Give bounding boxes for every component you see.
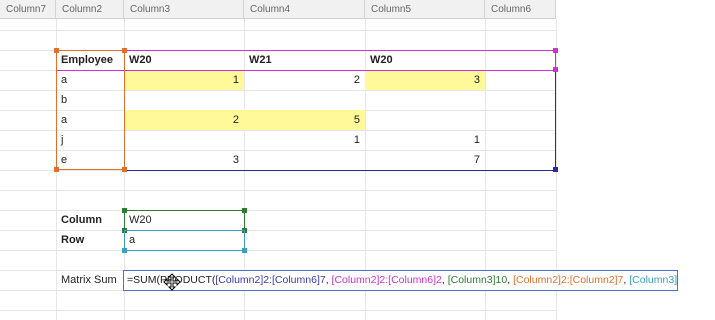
formula-token: [Column2]2:[Column6]2 xyxy=(331,274,442,286)
column-label: Column xyxy=(61,214,102,226)
table-cell[interactable] xyxy=(244,90,365,110)
range-handle[interactable] xyxy=(54,167,59,172)
column-header-column7[interactable]: Column7 xyxy=(0,0,56,19)
row-label-cell[interactable]: e xyxy=(56,150,124,170)
table-header-w21[interactable]: W21 xyxy=(244,50,365,70)
range-handle[interactable] xyxy=(54,48,59,53)
move-cursor-icon xyxy=(163,273,181,291)
table-cell[interactable]: 7 xyxy=(365,150,485,170)
row-label: Row xyxy=(61,234,85,246)
range-handle[interactable] xyxy=(553,48,558,53)
table-cell[interactable] xyxy=(124,130,244,150)
range-handle[interactable] xyxy=(553,67,558,72)
row-value-cell[interactable]: a xyxy=(124,230,244,250)
table-cell[interactable] xyxy=(244,150,365,170)
row-label-cell[interactable]: a xyxy=(56,70,124,90)
table-cell[interactable]: 2 xyxy=(124,110,244,130)
table-cell[interactable]: 3 xyxy=(365,70,485,90)
range-handle[interactable] xyxy=(122,248,127,253)
table-header-w20[interactable]: W20 xyxy=(124,50,244,70)
formula-token: [Column2]2:[Column2]7 xyxy=(513,274,624,286)
column-header-column5[interactable]: Column5 xyxy=(365,0,485,19)
range-handle[interactable] xyxy=(122,208,127,213)
formula-token: [Column2]2:[Column6]7 xyxy=(215,274,326,286)
table-cell[interactable]: 1 xyxy=(244,130,365,150)
column-header-column4[interactable]: Column4 xyxy=(244,0,365,19)
table-cell[interactable] xyxy=(124,90,244,110)
column-value-cell[interactable]: W20 xyxy=(124,210,244,230)
range-handle[interactable] xyxy=(122,167,127,172)
table-cell[interactable]: 1 xyxy=(124,70,244,90)
formula-editor[interactable]: =SUM(PRODUCT([Column2]2:[Column6]7, [Col… xyxy=(123,270,678,291)
range-handle[interactable] xyxy=(553,167,558,172)
range-handle[interactable] xyxy=(242,248,247,253)
range-handle[interactable] xyxy=(122,48,127,53)
formula-token: [Column3]10 xyxy=(447,274,508,286)
table-header-w20-second[interactable]: W20 xyxy=(365,50,485,70)
spreadsheet-grid: Column7 Column2 Column3 Column4 Column5 … xyxy=(0,0,715,320)
table-cell[interactable]: 5 xyxy=(244,110,365,130)
row-label-cell[interactable]: b xyxy=(56,90,124,110)
table-cell[interactable]: 3 xyxy=(124,150,244,170)
formula-token: =SUM( xyxy=(127,274,160,286)
table-header-employee[interactable]: Employee xyxy=(56,50,124,70)
formula-token: [Column3]11 xyxy=(629,274,678,286)
row-label-cell[interactable]: j xyxy=(56,130,124,150)
table-cell[interactable] xyxy=(365,110,485,130)
column-header-column2[interactable]: Column2 xyxy=(56,0,124,19)
matrix-sum-label: Matrix Sum xyxy=(61,274,117,286)
column-header-column6[interactable]: Column6 xyxy=(485,0,556,19)
table-cell[interactable]: 2 xyxy=(244,70,365,90)
table-cell[interactable]: 1 xyxy=(365,130,485,150)
column-header-column3[interactable]: Column3 xyxy=(124,0,244,19)
table-cell[interactable] xyxy=(365,90,485,110)
row-label-cell[interactable]: a xyxy=(56,110,124,130)
range-handle[interactable] xyxy=(242,208,247,213)
